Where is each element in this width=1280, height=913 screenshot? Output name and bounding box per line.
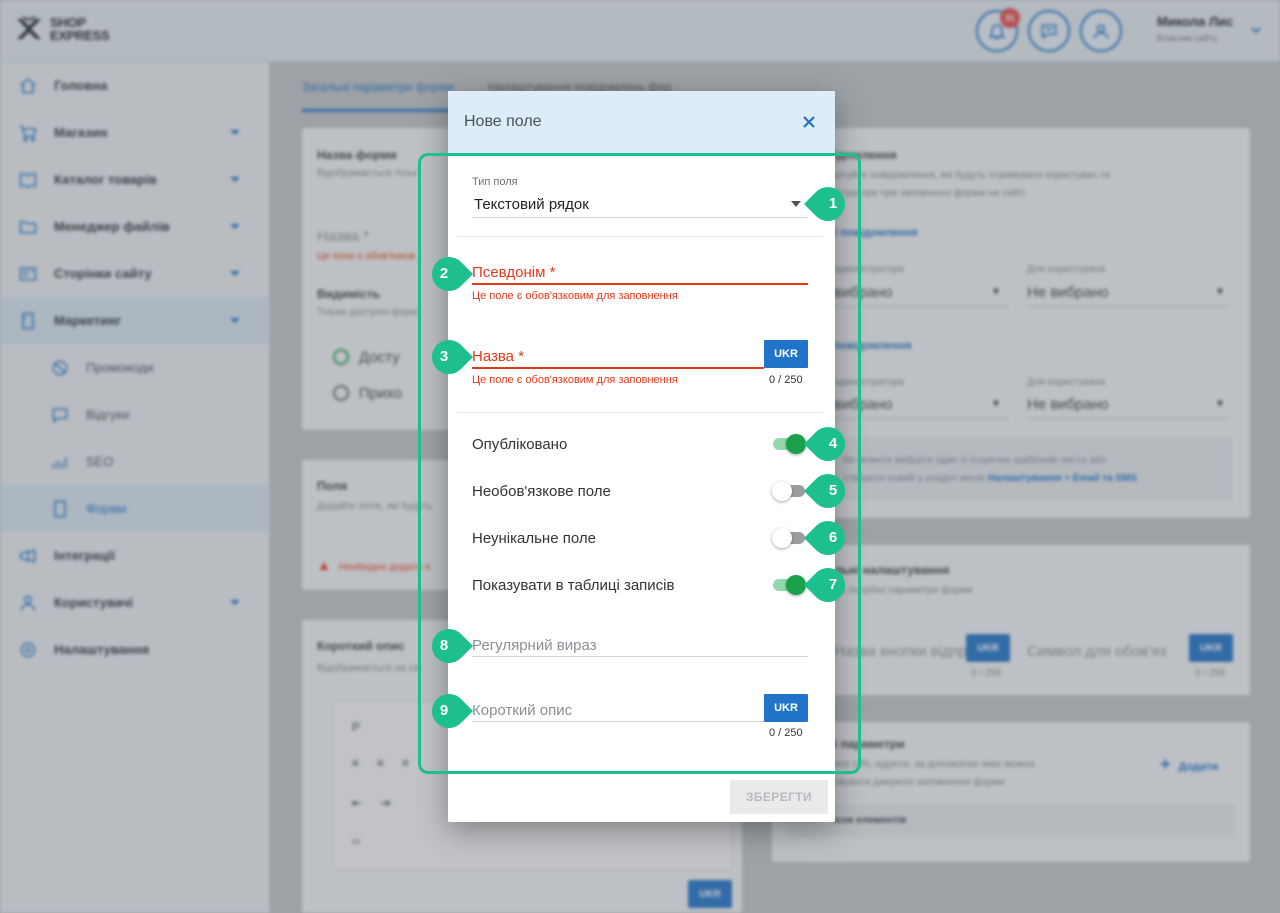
marker-number: 8 bbox=[439, 637, 449, 654]
marker-number: 6 bbox=[828, 529, 838, 546]
marker-number: 4 bbox=[828, 435, 838, 452]
marker-number: 2 bbox=[439, 265, 449, 282]
annotation-marker-4: 4 bbox=[804, 427, 850, 461]
marker-number: 5 bbox=[828, 482, 838, 499]
save-button[interactable]: ЗБЕРЕГТИ bbox=[730, 780, 828, 814]
close-icon[interactable] bbox=[801, 114, 817, 130]
marker-number: 9 bbox=[439, 702, 449, 719]
annotation-marker-1: 1 bbox=[804, 187, 850, 221]
annotation-marker-7: 7 bbox=[804, 568, 850, 602]
annotation-marker-3: 3 bbox=[427, 340, 473, 374]
annotation-marker-5: 5 bbox=[804, 474, 850, 508]
annotation-highlight-frame bbox=[418, 153, 861, 774]
modal-header: Нове поле bbox=[448, 91, 835, 153]
annotation-marker-9: 9 bbox=[427, 694, 473, 728]
modal-title: Нове поле bbox=[464, 113, 542, 130]
annotation-marker-8: 8 bbox=[427, 629, 473, 663]
marker-number: 7 bbox=[828, 576, 838, 593]
marker-number: 1 bbox=[828, 195, 838, 212]
annotation-marker-2: 2 bbox=[427, 257, 473, 291]
annotation-marker-6: 6 bbox=[804, 521, 850, 555]
marker-number: 3 bbox=[439, 348, 449, 365]
